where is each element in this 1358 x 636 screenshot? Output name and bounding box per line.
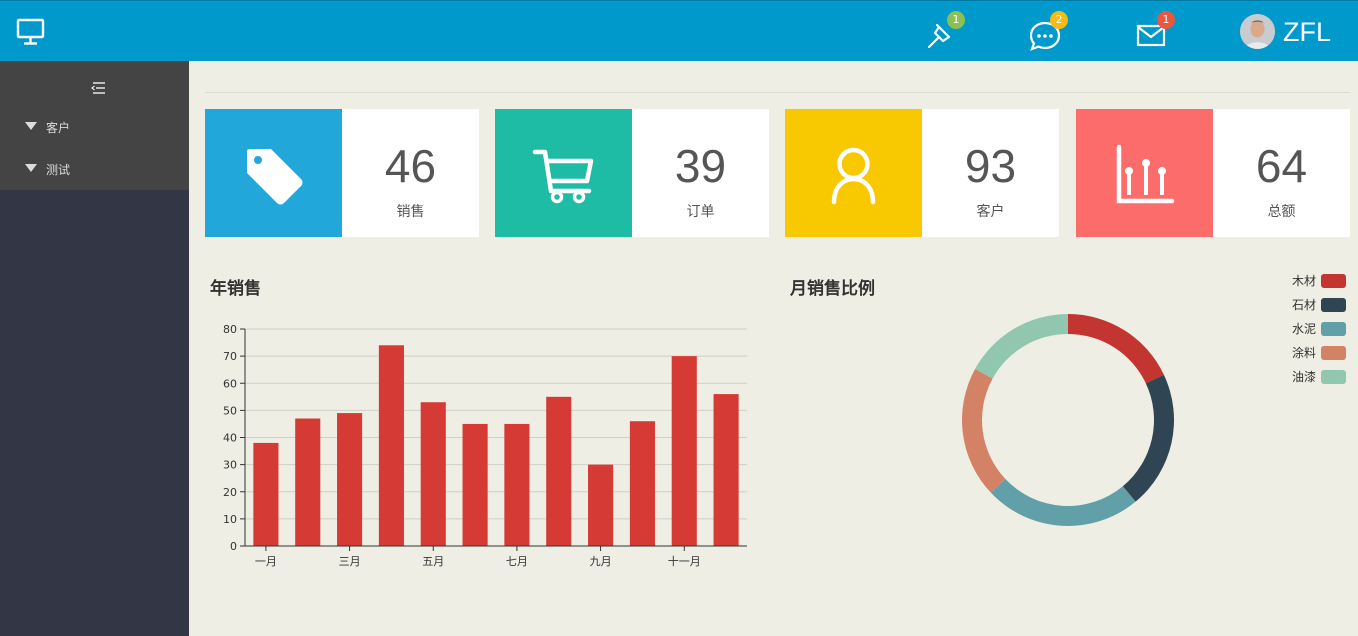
y-tick-label: 0 <box>230 540 237 553</box>
legend-label: 水泥 <box>1291 322 1316 336</box>
legend-swatch <box>1321 346 1346 360</box>
y-tick-label: 40 <box>223 432 237 445</box>
pin-button[interactable]: 1 <box>925 11 965 55</box>
caret-down-icon <box>25 164 37 172</box>
pie-chart <box>962 314 1174 526</box>
collapse-menu-icon[interactable] <box>90 81 106 95</box>
legend-swatch <box>1321 298 1346 312</box>
x-tick-label: 九月 <box>590 555 612 568</box>
sidebar-item-label: 客户 <box>46 121 71 135</box>
mail-badge: 1 <box>1157 11 1175 29</box>
monitor-icon[interactable] <box>16 18 46 46</box>
y-tick-label: 30 <box>223 459 237 472</box>
x-tick-label: 五月 <box>422 555 444 568</box>
pie-slice[interactable] <box>1068 314 1164 384</box>
sidebar: 客户 测试 <box>0 61 189 636</box>
bar-chart-title: 年销售 <box>210 279 261 299</box>
chat-badge: 2 <box>1050 11 1068 29</box>
legend-item[interactable]: 油漆 <box>1280 370 1346 384</box>
stat-icon-box <box>1076 109 1213 237</box>
stat-card-sales[interactable]: 46 销售 <box>205 109 479 237</box>
stat-caption: 销售 <box>396 204 425 220</box>
pie-slice[interactable] <box>975 314 1068 379</box>
bar[interactable] <box>420 402 446 546</box>
legend-item[interactable]: 木材 <box>1280 274 1346 288</box>
legend-label: 油漆 <box>1291 370 1316 384</box>
tag-icon <box>247 149 303 205</box>
legend-item[interactable]: 涂料 <box>1280 346 1346 360</box>
y-tick-label: 20 <box>223 486 237 499</box>
x-tick-label: 一月 <box>255 555 277 568</box>
legend-swatch <box>1321 274 1346 288</box>
avatar[interactable] <box>1240 14 1275 49</box>
legend-label: 木材 <box>1291 274 1316 288</box>
legend-label: 石材 <box>1291 298 1316 312</box>
avatar-image <box>1240 14 1275 49</box>
stat-caption: 总额 <box>1267 204 1296 220</box>
pie-slice[interactable] <box>962 368 1006 493</box>
sidebar-item-label: 测试 <box>46 163 71 177</box>
y-tick-label: 70 <box>223 350 237 363</box>
bar[interactable] <box>629 421 655 546</box>
stat-value: 46 <box>384 140 437 192</box>
cart-icon <box>532 149 594 204</box>
pie-chart-title: 月销售比例 <box>790 279 875 299</box>
stat-icon-box <box>785 109 922 237</box>
bar[interactable] <box>546 396 572 546</box>
sidebar-menu: 客户 测试 <box>0 61 189 190</box>
bar[interactable] <box>253 442 279 546</box>
user-icon <box>831 147 876 205</box>
pie-slice[interactable] <box>1122 374 1174 502</box>
legend-item[interactable]: 石材 <box>1280 298 1346 312</box>
stat-value: 93 <box>964 140 1017 192</box>
stat-icon-box <box>495 109 632 237</box>
pin-badge: 1 <box>947 11 965 29</box>
bar[interactable] <box>504 423 530 546</box>
top-navbar: 1 2 1 ZFL <box>0 0 1358 61</box>
legend-swatch <box>1321 370 1346 384</box>
y-tick-label: 60 <box>223 377 237 390</box>
mail-button[interactable]: 1 <box>1135 11 1175 55</box>
stat-value: 64 <box>1255 140 1308 192</box>
stat-caption: 订单 <box>686 204 715 220</box>
x-tick-label: 七月 <box>506 555 528 568</box>
bar[interactable] <box>588 464 614 546</box>
y-tick-label: 10 <box>223 513 237 526</box>
x-tick-label: 三月 <box>339 555 361 568</box>
stat-card-customers[interactable]: 93 客户 <box>785 109 1059 237</box>
sidebar-item-customers[interactable]: 客户 <box>0 107 189 147</box>
bar[interactable] <box>671 356 697 546</box>
y-tick-label: 80 <box>223 323 237 336</box>
stat-value: 39 <box>674 140 727 192</box>
messages-button[interactable]: 2 <box>1028 11 1068 55</box>
stat-card-total[interactable]: 64 总额 <box>1076 109 1350 237</box>
sidebar-item-test[interactable]: 测试 <box>0 149 189 189</box>
user-name[interactable]: ZFL <box>1283 15 1331 49</box>
bar-chart: 0 10 20 30 40 50 60 70 80 一月 三月 五月 七月 九月 十一月 <box>223 323 747 568</box>
legend-swatch <box>1321 322 1346 336</box>
x-tick-label: 十一月 <box>668 554 701 568</box>
bar[interactable] <box>378 345 404 546</box>
y-tick-label: 50 <box>223 404 237 417</box>
chart-icon <box>1116 144 1175 204</box>
bar[interactable] <box>713 394 739 546</box>
stat-icon-box <box>205 109 342 237</box>
stat-caption: 客户 <box>976 204 1005 220</box>
caret-down-icon <box>25 122 37 130</box>
stat-card-orders[interactable]: 39 订单 <box>495 109 769 237</box>
content-divider <box>205 92 1350 93</box>
pie-slice[interactable] <box>990 478 1136 526</box>
bar[interactable] <box>462 423 488 546</box>
bar[interactable] <box>337 413 363 546</box>
bar[interactable] <box>295 418 321 546</box>
legend-label: 涂料 <box>1291 346 1316 360</box>
legend-item[interactable]: 水泥 <box>1280 322 1346 336</box>
